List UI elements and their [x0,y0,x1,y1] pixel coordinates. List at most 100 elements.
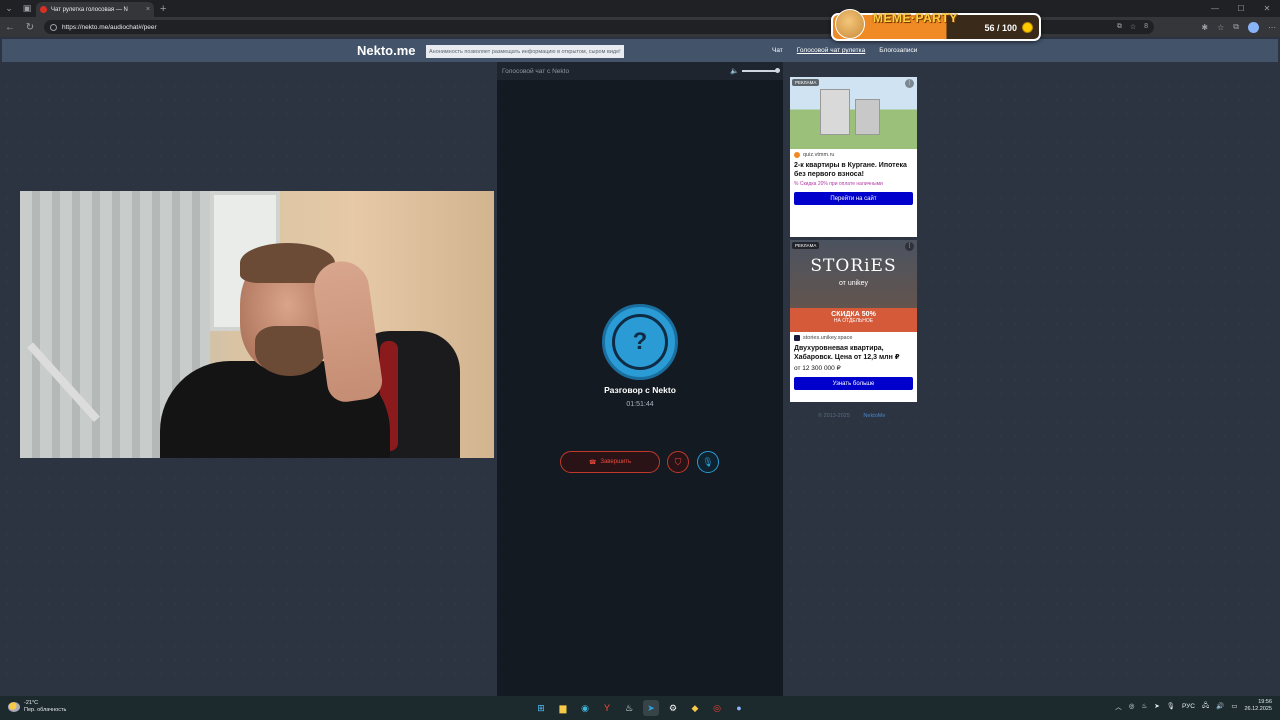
language-indicator[interactable]: РУС [1182,703,1195,710]
site-favicon-icon [40,6,47,13]
ad-source-icon [794,152,800,158]
volume-slider[interactable] [742,68,780,73]
app-icon[interactable]: ◆ [687,700,703,716]
menu-item-voice-roulette[interactable]: Голосовой чат рулетка [797,47,865,54]
system-tray: ︿ ◎ ♨ ➤ 🎙 РУС 🖧 🔊 ▭ 19:56 26.12.2025 [1115,699,1272,714]
site-header: Nekto.me Анонимность позволяет размещать… [2,39,1278,62]
ad-menu-icon[interactable]: ⋮ [905,79,914,88]
close-window-icon[interactable]: ✕ [1254,0,1280,17]
tray-app-icon[interactable]: ◎ [1129,702,1135,710]
tray-telegram-icon[interactable]: ➤ [1154,702,1159,710]
report-button[interactable]: ⛉ [667,451,689,473]
partner-name: Разговор с Nekto [604,385,676,395]
explorer-icon[interactable]: ▆ [555,700,571,716]
favorites-icon[interactable]: ☆ [1217,23,1224,32]
weather-icon [8,702,20,713]
tab-search-icon[interactable]: ⌄ [0,0,18,17]
menu-dots-icon[interactable]: ⋯ [1268,23,1276,32]
taskbar-apps: ⊞ ▆ ◉ Y ♨ ➤ ⚙ ◆ ◎ ● [533,700,747,716]
zoom-indicator[interactable]: 8 [1144,23,1148,31]
shield-icon: ⛉ [674,456,682,467]
coin-icon [1022,22,1033,33]
browser-tab[interactable]: Чат рулетка голосовая — N × [36,2,154,17]
ad-banner-2[interactable]: РЕКЛАМА ⋮ STORiES от unikey СКИДКА 50% НА… [790,240,917,402]
call-timer: 01:51:44 [626,401,654,408]
end-call-label: Завершить [600,459,632,465]
app2-icon[interactable]: ● [731,700,747,716]
meme-party-widget[interactable]: MEME·PARTY 56 / 100 [831,9,1041,41]
reload-icon[interactable]: ↻ [24,22,36,33]
ad-discount-band: СКИДКА 50% НА ОТДЕЛЬНОЕ [790,308,917,332]
ad-image: STORiES от unikey СКИДКА 50% НА ОТДЕЛЬНОЕ [790,240,917,332]
partner-avatar: ? [602,304,678,380]
profile-avatar[interactable] [1248,21,1259,33]
ad-cta-button[interactable]: Перейти на сайт [794,192,913,206]
edge-icon[interactable]: ◉ [577,700,593,716]
tray-overflow-icon[interactable]: ︿ [1115,701,1122,711]
volume-knob[interactable] [775,68,780,73]
menu-item-blog[interactable]: Блогозаписи [879,47,917,54]
clock[interactable]: 19:56 26.12.2025 [1244,699,1272,714]
ad-price: от 12 300 000 ₽ [794,365,841,373]
battery-icon[interactable]: ▭ [1231,702,1237,710]
site-menu: Чат Голосовой чат рулетка Блогозаписи [772,47,917,54]
footer-link[interactable]: NektoMe [863,413,885,419]
maximize-icon[interactable]: ☐ [1228,0,1254,17]
nekto-page: Nekto.me Анонимность позволяет размещать… [0,37,1280,696]
ad-brand: STORiES [810,256,897,276]
menu-item-chat[interactable]: Чат [772,47,783,54]
volume-control[interactable]: 🔈 [730,67,780,75]
settings-icon[interactable]: ⚙ [665,700,681,716]
question-mark-icon: ? [612,314,668,370]
tray-mic-icon[interactable]: 🎙 [1167,702,1175,710]
site-logo[interactable]: Nekto.me [357,43,416,58]
tab-group-icon[interactable]: ▣ [18,0,36,17]
end-call-button[interactable]: ☎ Завершить [560,451,660,473]
window-controls: — ☐ ✕ [1202,0,1280,17]
copyright: © 2013-2025 [818,413,850,419]
video-person [160,241,400,458]
chrome-icon[interactable]: ◎ [709,700,725,716]
ad-headline: Двухуровневая квартира, Хабаровск. Цена … [794,345,900,362]
back-icon[interactable]: ← [4,22,16,33]
doge-icon [835,9,865,39]
steam-icon[interactable]: ♨ [621,700,637,716]
telegram-icon[interactable]: ➤ [643,700,659,716]
minimize-icon[interactable]: — [1202,0,1228,17]
yandex-icon[interactable]: Y [599,700,615,716]
hang-up-icon: ☎ [588,459,597,466]
weather-widget[interactable]: -21°C Пер. облачность [8,700,66,714]
meme-party-title: MEME·PARTY [873,11,958,25]
omnibox-actions: ⧉ ☆ 8 [1117,23,1148,31]
ad-menu-icon[interactable]: ⋮ [905,242,914,251]
microphone-icon: 🎙 [702,456,714,467]
browser-tab-strip: ⌄ ▣ Чат рулетка голосовая — N × + — ☐ ✕ [0,0,1280,17]
new-tab-button[interactable]: + [160,3,166,15]
windows-taskbar: -21°C Пер. облачность ⊞ ▆ ◉ Y ♨ ➤ ⚙ ◆ ◎ ●… [0,696,1280,720]
tab-close-icon[interactable]: × [146,6,150,13]
ad-banner-1[interactable]: РЕКЛАМА ⋮ quiz.vtmm.ru 2-к квартиры в Ку… [790,77,917,237]
start-icon[interactable]: ⊞ [533,700,549,716]
site-info-icon[interactable] [50,23,57,31]
ad-source: quiz.vtmm.ru [790,149,917,161]
network-icon[interactable]: 🖧 [1202,701,1209,712]
mute-button[interactable]: 🎙 [697,451,719,473]
site-footer: © 2013-2025 NektoMe [818,413,885,419]
ad-label: РЕКЛАМА [792,242,820,249]
collections-icon[interactable]: ⧉ [1233,22,1239,32]
ad-source-icon [794,335,800,341]
weather-text: -21°C Пер. облачность [24,700,67,714]
tray-steam-icon[interactable]: ♨ [1141,702,1147,710]
bookmark-star-icon[interactable]: ☆ [1130,23,1136,31]
extensions-puzzle-icon[interactable]: ✱ [1201,23,1208,32]
voice-chat-title: Голосовой чат с Nekto [502,67,570,75]
volume-icon[interactable]: 🔊 [1216,702,1224,710]
voice-chat-panel: Голосовой чат с Nekto 🔈 ? Разговор с Nek… [497,62,783,696]
speaker-icon[interactable]: 🔈 [730,67,739,75]
install-icon[interactable]: ⧉ [1117,23,1122,31]
ad-cta-button[interactable]: Узнать больше [794,377,913,391]
meme-party-count: 56 / 100 [984,23,1017,33]
ad-source: stories.unikey.space [790,332,917,344]
anonymity-notice: Анонимность позволяет размещать информац… [426,45,624,58]
tab-title: Чат рулетка голосовая — N [51,6,128,13]
